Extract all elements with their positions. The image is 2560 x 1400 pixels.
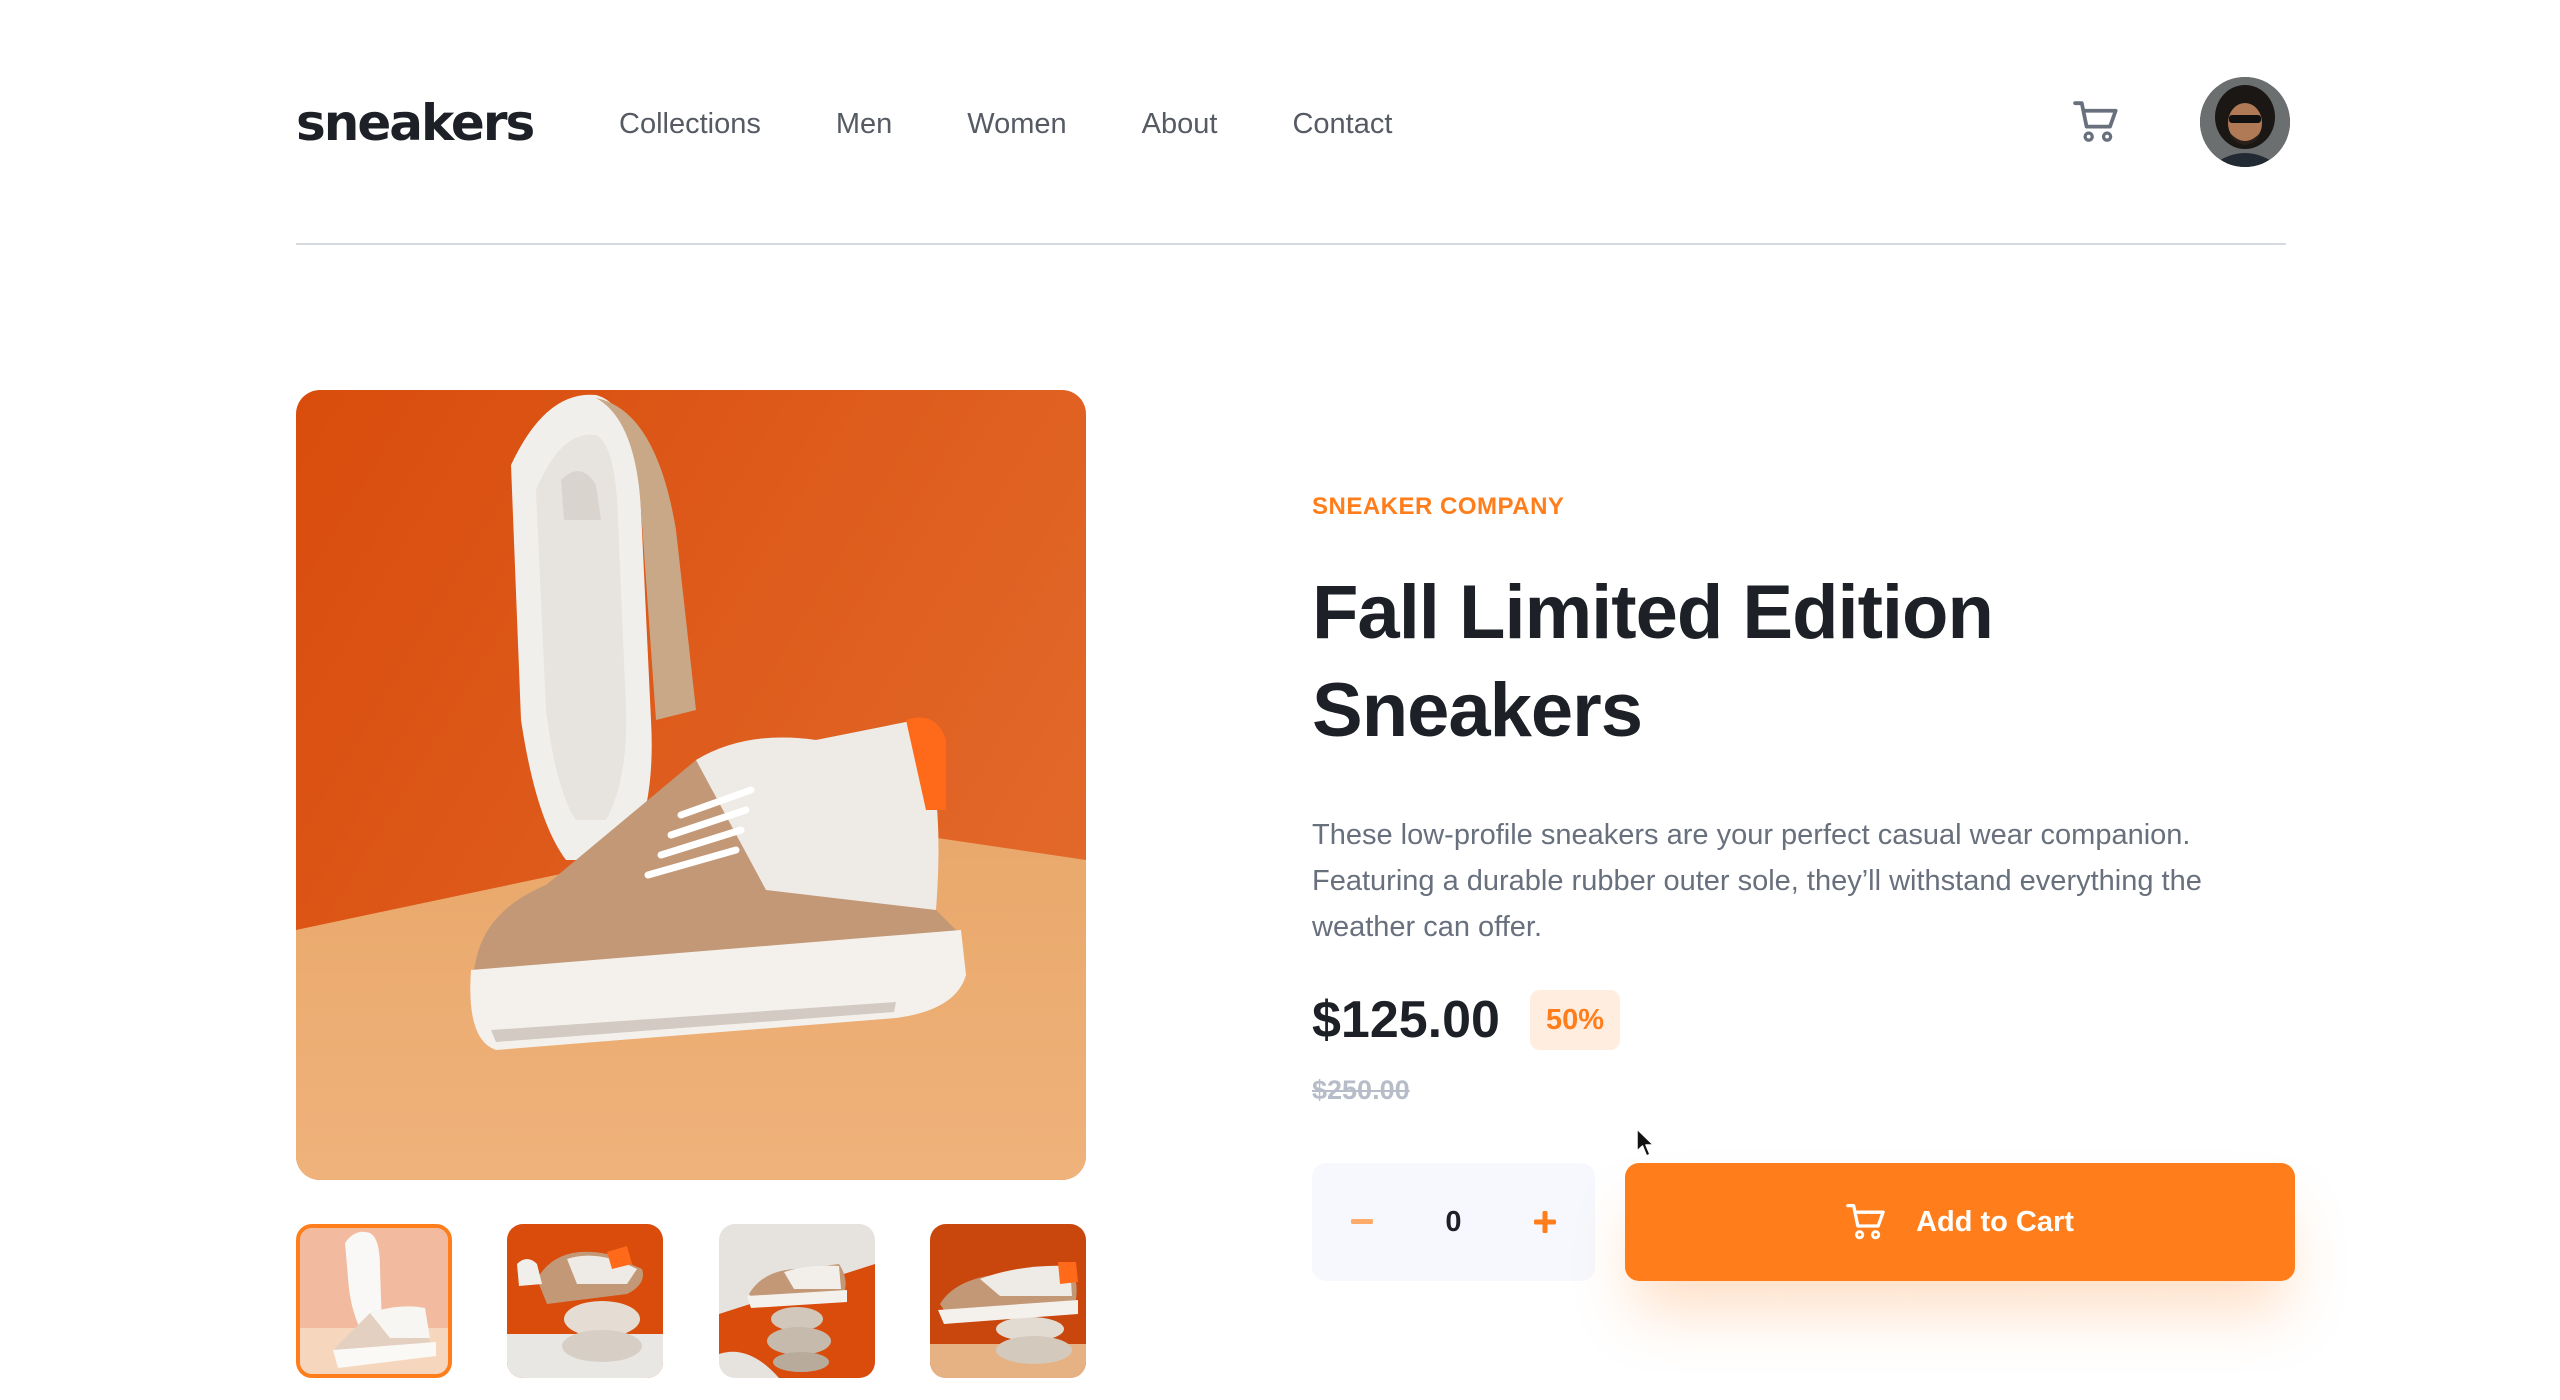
product-details: SNEAKER COMPANY Fall Limited Edition Sne… (1312, 490, 2295, 1281)
company-name: SNEAKER COMPANY (1312, 493, 1565, 520)
plus-icon (1534, 1211, 1556, 1233)
quantity-value[interactable]: 0 (1392, 1163, 1515, 1281)
thumbnail-strip (296, 1224, 1086, 1378)
cart-icon[interactable] (2073, 100, 2119, 144)
price-row: $125.00 50% (1312, 990, 1621, 1050)
main-nav: Collections Men Women About Contact (619, 104, 1467, 144)
main-product-image[interactable] (296, 390, 1086, 1180)
nav-contact[interactable]: Contact (1292, 104, 1392, 144)
add-to-cart-label: Add to Cart (1916, 1205, 2074, 1238)
mouse-cursor-icon (1636, 1128, 1655, 1157)
original-price: $250.00 (1312, 1075, 1410, 1105)
decrease-quantity-button[interactable] (1322, 1163, 1402, 1281)
logo[interactable]: sneakers (296, 88, 535, 158)
thumbnail-3[interactable] (719, 1224, 875, 1378)
product-title: Fall Limited Edition Sneakers (1312, 564, 2292, 760)
thumbnail-1[interactable] (296, 1224, 452, 1378)
thumbnail-2[interactable] (507, 1224, 663, 1378)
user-avatar[interactable] (2200, 77, 2290, 167)
nav-men[interactable]: Men (836, 104, 892, 144)
add-to-cart-button[interactable]: Add to Cart (1625, 1163, 2295, 1281)
increase-quantity-button[interactable] (1505, 1163, 1585, 1281)
nav-women[interactable]: Women (967, 104, 1066, 144)
cart-icon (1846, 1203, 1885, 1240)
product-title-line2: Sneakers (1312, 668, 1643, 753)
thumbnail-4[interactable] (930, 1224, 1086, 1378)
product-page: sneakers Collections Men Women About Con… (0, 0, 2560, 1400)
discount-badge: 50% (1529, 990, 1621, 1050)
nav-collections[interactable]: Collections (619, 104, 761, 144)
product-title-line1: Fall Limited Edition (1312, 570, 1994, 655)
site-header: sneakers Collections Men Women About Con… (296, 0, 2290, 245)
product-description: These low-profile sneakers are your perf… (1312, 819, 2202, 943)
minus-icon (1351, 1219, 1373, 1224)
current-price: $125.00 (1312, 991, 1500, 1049)
nav-about[interactable]: About (1142, 104, 1218, 144)
quantity-stepper: 0 (1312, 1163, 1595, 1281)
